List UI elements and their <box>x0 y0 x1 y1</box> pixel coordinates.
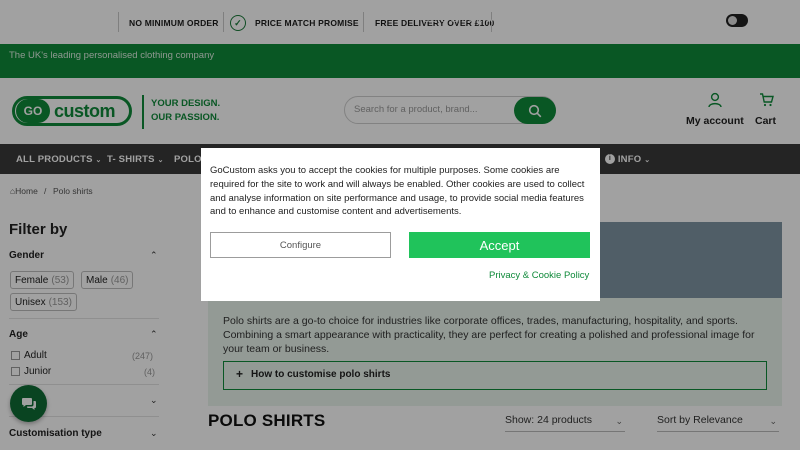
privacy-policy-link[interactable]: Privacy & Cookie Policy <box>489 270 589 281</box>
accept-button[interactable]: Accept <box>409 232 590 258</box>
configure-button[interactable]: Configure <box>210 232 391 258</box>
cookie-message: GoCustom asks you to accept the cookies … <box>210 165 585 218</box>
